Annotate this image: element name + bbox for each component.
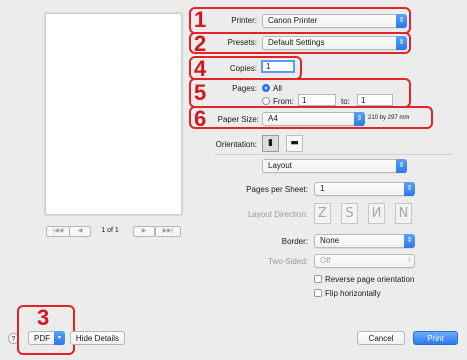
border-label: Border:: [281, 237, 308, 246]
cancel-button[interactable]: Cancel: [357, 331, 405, 345]
print-button[interactable]: Print: [413, 331, 458, 345]
printer-value: Canon Printer: [268, 16, 318, 25]
presets-popup[interactable]: Default Settings ⇕: [262, 36, 407, 50]
presets-value: Default Settings: [268, 38, 325, 47]
annotation-number-2: 2: [194, 31, 207, 56]
copies-input[interactable]: 1: [261, 60, 295, 73]
pages-per-sheet-value: 1: [320, 184, 325, 193]
paper-size-dimensions: 210 by 297 mm: [368, 115, 410, 121]
paper-size-value: A4: [268, 114, 278, 123]
first-page-button[interactable]: |◀◀: [46, 226, 70, 237]
page-indicator: 1 of 1: [101, 227, 119, 234]
annotation-number-4: 4: [194, 56, 207, 81]
presets-label: Presets:: [227, 38, 257, 47]
two-sided-popup[interactable]: Off ⇕: [314, 254, 415, 268]
chevron-updown-icon: ⇕: [396, 36, 407, 50]
layout-direction-label: Layout Direction:: [247, 210, 308, 219]
pages-label: Pages:: [232, 84, 257, 93]
two-sided-label: Two-Sided:: [267, 257, 308, 266]
annotation-number-5: 5: [194, 80, 207, 105]
pages-per-sheet-label: Pages per Sheet:: [246, 185, 308, 194]
orientation-label: Orientation:: [215, 140, 257, 149]
annotation-number-1: 1: [194, 7, 207, 32]
border-value: None: [320, 236, 340, 245]
paper-size-popup[interactable]: A4 ⇕: [262, 112, 365, 126]
layout-direction-s-button[interactable]: S: [341, 203, 358, 224]
section-value: Layout: [268, 161, 293, 170]
chevron-updown-icon: ⇕: [354, 112, 365, 126]
pages-from-label: From:: [273, 97, 294, 106]
pages-per-sheet-popup[interactable]: 1 ⇕: [314, 182, 415, 196]
previous-page-button[interactable]: ◀: [69, 226, 91, 237]
chevron-updown-icon: ⇕: [404, 234, 415, 248]
pages-to-label: to:: [341, 97, 350, 106]
pages-from-input[interactable]: 1: [298, 94, 336, 106]
chevron-updown-icon: ⇕: [406, 257, 413, 264]
pdf-label: PDF: [34, 334, 50, 343]
reverse-orientation-checkbox[interactable]: [314, 275, 322, 283]
layout-direction-n-button[interactable]: N: [395, 203, 412, 224]
annotation-number-6: 6: [194, 106, 207, 131]
chevron-down-icon: ▾: [54, 331, 65, 345]
separator: [214, 154, 452, 155]
last-page-button[interactable]: ▶▶|: [155, 226, 181, 237]
pdf-menu-button[interactable]: PDF ▾: [28, 331, 65, 345]
printer-label: Printer:: [231, 16, 257, 25]
section-popup[interactable]: Layout ⇕: [262, 159, 407, 173]
pages-all-radio[interactable]: [262, 84, 270, 92]
layout-direction-z-button[interactable]: Z: [314, 203, 331, 224]
next-page-button[interactable]: ▶: [133, 226, 155, 237]
page-preview: [45, 13, 182, 215]
copies-label: Copies:: [229, 64, 257, 73]
pages-from-radio[interactable]: [262, 97, 270, 105]
reverse-orientation-label: Reverse page orientation: [325, 275, 415, 284]
layout-direction-reverse-n-button[interactable]: И: [368, 203, 385, 224]
chevron-updown-icon: ⇕: [404, 182, 415, 196]
annotation-number-3: 3: [37, 305, 50, 330]
chevron-updown-icon: ⇕: [396, 14, 407, 28]
paper-size-label: Paper Size:: [217, 115, 259, 124]
two-sided-value: Off: [320, 256, 331, 265]
pages-all-label: All: [273, 84, 282, 93]
flip-horizontally-label: Flip horizontally: [325, 289, 381, 298]
pages-to-input[interactable]: 1: [357, 94, 393, 106]
printer-popup[interactable]: Canon Printer ⇕: [262, 14, 407, 28]
chevron-updown-icon: ⇕: [396, 159, 407, 173]
border-popup[interactable]: None ⇕: [314, 234, 415, 248]
landscape-orientation-button[interactable]: ▬: [286, 135, 303, 152]
portrait-orientation-button[interactable]: ▮: [262, 135, 279, 152]
flip-horizontally-checkbox[interactable]: [314, 289, 322, 297]
hide-details-button[interactable]: Hide Details: [70, 331, 125, 345]
